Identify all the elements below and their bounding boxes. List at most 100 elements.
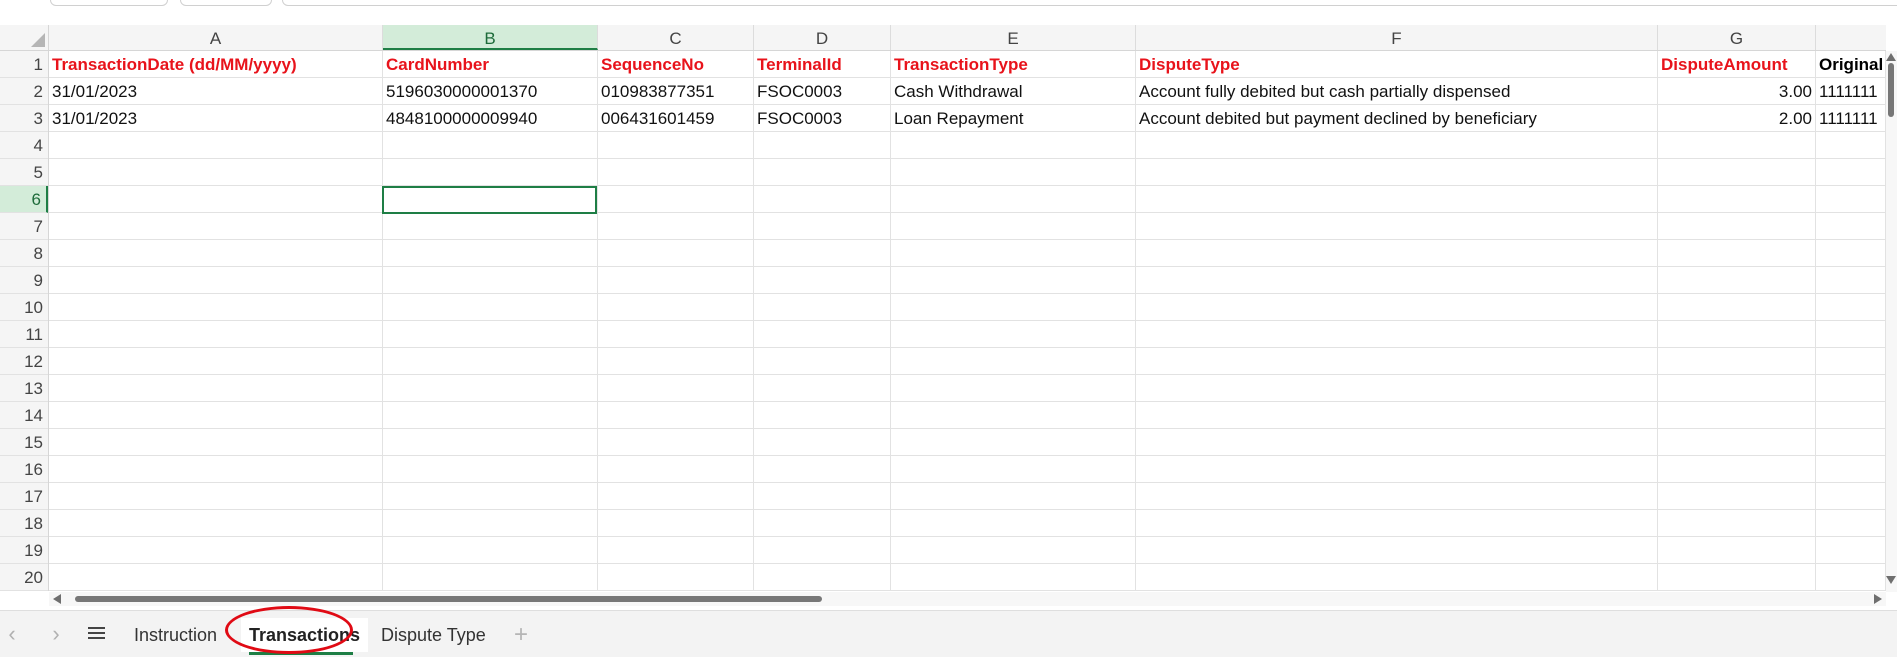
cell-h12[interactable] xyxy=(1816,348,1886,374)
cell-g6[interactable] xyxy=(1658,186,1816,212)
scroll-right-icon[interactable] xyxy=(1874,594,1882,604)
cell-g13[interactable] xyxy=(1658,375,1816,401)
cell-h14[interactable] xyxy=(1816,402,1886,428)
row-header-13[interactable]: 13 xyxy=(0,375,48,402)
cell-c18[interactable] xyxy=(598,510,754,536)
cell-a5[interactable] xyxy=(49,159,383,185)
cell-b1[interactable]: CardNumber xyxy=(383,51,598,77)
row-header-10[interactable]: 10 xyxy=(0,294,48,321)
hamburger-menu-icon[interactable] xyxy=(88,627,105,640)
cell-f19[interactable] xyxy=(1136,537,1658,563)
cell-f3[interactable]: Account debited but payment declined by … xyxy=(1136,105,1658,131)
cell-g8[interactable] xyxy=(1658,240,1816,266)
cell-f11[interactable] xyxy=(1136,321,1658,347)
chevron-right-icon[interactable]: › xyxy=(44,621,68,647)
vertical-scroll-thumb[interactable] xyxy=(1888,63,1894,117)
cell-h10[interactable] xyxy=(1816,294,1886,320)
cell-g11[interactable] xyxy=(1658,321,1816,347)
row-header-7[interactable]: 7 xyxy=(0,213,48,240)
cell-a12[interactable] xyxy=(49,348,383,374)
cell-b3[interactable]: 4848100000009940 xyxy=(383,105,598,131)
row-header-15[interactable]: 15 xyxy=(0,429,48,456)
row-header-3[interactable]: 3 xyxy=(0,105,48,132)
row-header-1[interactable]: 1 xyxy=(0,51,48,78)
cell-h6[interactable] xyxy=(1816,186,1886,212)
scroll-up-icon[interactable] xyxy=(1886,53,1896,61)
cell-g15[interactable] xyxy=(1658,429,1816,455)
cell-f6[interactable] xyxy=(1136,186,1658,212)
cell-f15[interactable] xyxy=(1136,429,1658,455)
cell-d12[interactable] xyxy=(754,348,891,374)
column-header-e[interactable]: E xyxy=(891,25,1136,50)
cell-g10[interactable] xyxy=(1658,294,1816,320)
cell-c13[interactable] xyxy=(598,375,754,401)
row-header-4[interactable]: 4 xyxy=(0,132,48,159)
scroll-down-icon[interactable] xyxy=(1886,576,1896,584)
cell-h7[interactable] xyxy=(1816,213,1886,239)
cell-e14[interactable] xyxy=(891,402,1136,428)
row-header-18[interactable]: 18 xyxy=(0,510,48,537)
cell-c7[interactable] xyxy=(598,213,754,239)
cell-g17[interactable] xyxy=(1658,483,1816,509)
cell-f18[interactable] xyxy=(1136,510,1658,536)
cell-e19[interactable] xyxy=(891,537,1136,563)
cell-e20[interactable] xyxy=(891,564,1136,590)
cell-f5[interactable] xyxy=(1136,159,1658,185)
cell-h13[interactable] xyxy=(1816,375,1886,401)
cell-a6[interactable] xyxy=(49,186,383,212)
cell-f12[interactable] xyxy=(1136,348,1658,374)
row-header-16[interactable]: 16 xyxy=(0,456,48,483)
cell-d14[interactable] xyxy=(754,402,891,428)
cell-b12[interactable] xyxy=(383,348,598,374)
cell-c5[interactable] xyxy=(598,159,754,185)
cell-a11[interactable] xyxy=(49,321,383,347)
row-header-9[interactable]: 9 xyxy=(0,267,48,294)
cell-g12[interactable] xyxy=(1658,348,1816,374)
cell-b14[interactable] xyxy=(383,402,598,428)
cell-g7[interactable] xyxy=(1658,213,1816,239)
cell-d10[interactable] xyxy=(754,294,891,320)
cell-g2[interactable]: 3.00 xyxy=(1658,78,1816,104)
cell-c19[interactable] xyxy=(598,537,754,563)
cell-d7[interactable] xyxy=(754,213,891,239)
cell-h4[interactable] xyxy=(1816,132,1886,158)
column-header-b[interactable]: B xyxy=(383,25,598,50)
cell-c4[interactable] xyxy=(598,132,754,158)
cell-f2[interactable]: Account fully debited but cash partially… xyxy=(1136,78,1658,104)
sheet-tab-dispute-type[interactable]: Dispute Type xyxy=(373,618,494,652)
row-header-19[interactable]: 19 xyxy=(0,537,48,564)
cell-a20[interactable] xyxy=(49,564,383,590)
cell-e8[interactable] xyxy=(891,240,1136,266)
cell-c14[interactable] xyxy=(598,402,754,428)
column-header-d[interactable]: D xyxy=(754,25,891,50)
cell-h1[interactable]: Original xyxy=(1816,51,1886,77)
cell-b8[interactable] xyxy=(383,240,598,266)
cell-g1[interactable]: DisputeAmount xyxy=(1658,51,1816,77)
cell-d2[interactable]: FSOC0003 xyxy=(754,78,891,104)
cell-g19[interactable] xyxy=(1658,537,1816,563)
horizontal-scroll-thumb[interactable] xyxy=(75,596,822,602)
sheet-tab-transactions[interactable]: Transactions xyxy=(241,618,369,652)
cell-h15[interactable] xyxy=(1816,429,1886,455)
cell-h5[interactable] xyxy=(1816,159,1886,185)
cell-a17[interactable] xyxy=(49,483,383,509)
cell-c15[interactable] xyxy=(598,429,754,455)
cell-f1[interactable]: DisputeType xyxy=(1136,51,1658,77)
cell-e3[interactable]: Loan Repayment xyxy=(891,105,1136,131)
cell-b20[interactable] xyxy=(383,564,598,590)
row-header-20[interactable]: 20 xyxy=(0,564,48,591)
cell-b11[interactable] xyxy=(383,321,598,347)
cell-f10[interactable] xyxy=(1136,294,1658,320)
cell-g3[interactable]: 2.00 xyxy=(1658,105,1816,131)
cell-e4[interactable] xyxy=(891,132,1136,158)
cell-g5[interactable] xyxy=(1658,159,1816,185)
cell-g20[interactable] xyxy=(1658,564,1816,590)
scroll-left-icon[interactable] xyxy=(53,594,61,604)
cell-a2[interactable]: 31/01/2023 xyxy=(49,78,383,104)
cell-c6[interactable] xyxy=(598,186,754,212)
cell-b4[interactable] xyxy=(383,132,598,158)
cell-g9[interactable] xyxy=(1658,267,1816,293)
cell-c11[interactable] xyxy=(598,321,754,347)
cell-e5[interactable] xyxy=(891,159,1136,185)
sheet-tab-instruction[interactable]: Instruction xyxy=(126,618,225,652)
